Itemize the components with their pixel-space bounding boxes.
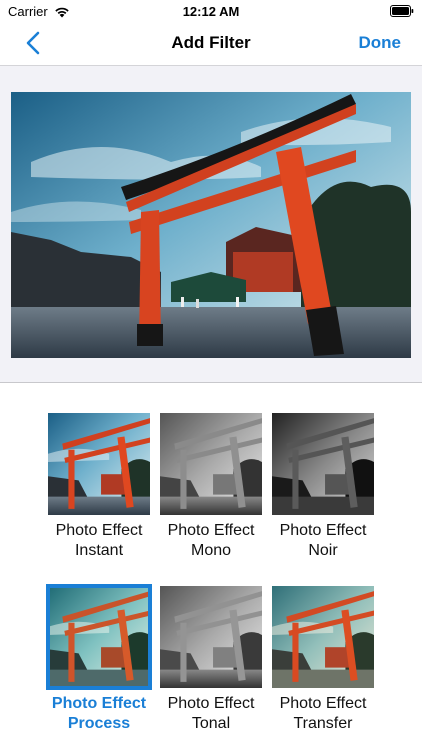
- filter-mono[interactable]: Photo Effect Mono: [155, 413, 267, 561]
- preview-image: [11, 92, 411, 358]
- filter-transfer[interactable]: Photo Effect Transfer: [267, 586, 379, 734]
- filter-process[interactable]: Photo Effect Process: [43, 584, 155, 734]
- preview-area: [0, 65, 422, 383]
- filter-thumbnail: [48, 413, 150, 515]
- filter-thumbnail-selected: [46, 584, 152, 690]
- filter-thumbnail: [160, 586, 262, 688]
- filter-tonal[interactable]: Photo Effect Tonal: [155, 586, 267, 734]
- filter-noir[interactable]: Photo Effect Noir: [267, 413, 379, 561]
- filter-label: Photo Effect Noir: [279, 522, 367, 559]
- filter-label: Photo Effect Transfer: [279, 695, 367, 732]
- filter-label: Photo Effect Tonal: [167, 695, 255, 732]
- filter-thumbnail: [272, 413, 374, 515]
- filter-instant[interactable]: Photo Effect Instant: [43, 413, 155, 561]
- done-button[interactable]: Done: [359, 33, 402, 53]
- filter-label: Photo Effect Mono: [167, 522, 255, 559]
- status-time: 12:12 AM: [182, 4, 240, 19]
- filter-thumbnail: [272, 586, 374, 688]
- filter-thumbnail: [160, 413, 262, 515]
- battery-icon: [390, 5, 414, 17]
- status-bar: Carrier 12:12 AM: [0, 0, 422, 22]
- filter-label-selected: Photo Effect Process: [51, 695, 147, 732]
- nav-bar: Add Filter Done: [0, 22, 422, 65]
- filter-grid: Photo Effect Instant Photo Effect Mono P…: [0, 383, 422, 750]
- filter-label: Photo Effect Instant: [55, 522, 143, 559]
